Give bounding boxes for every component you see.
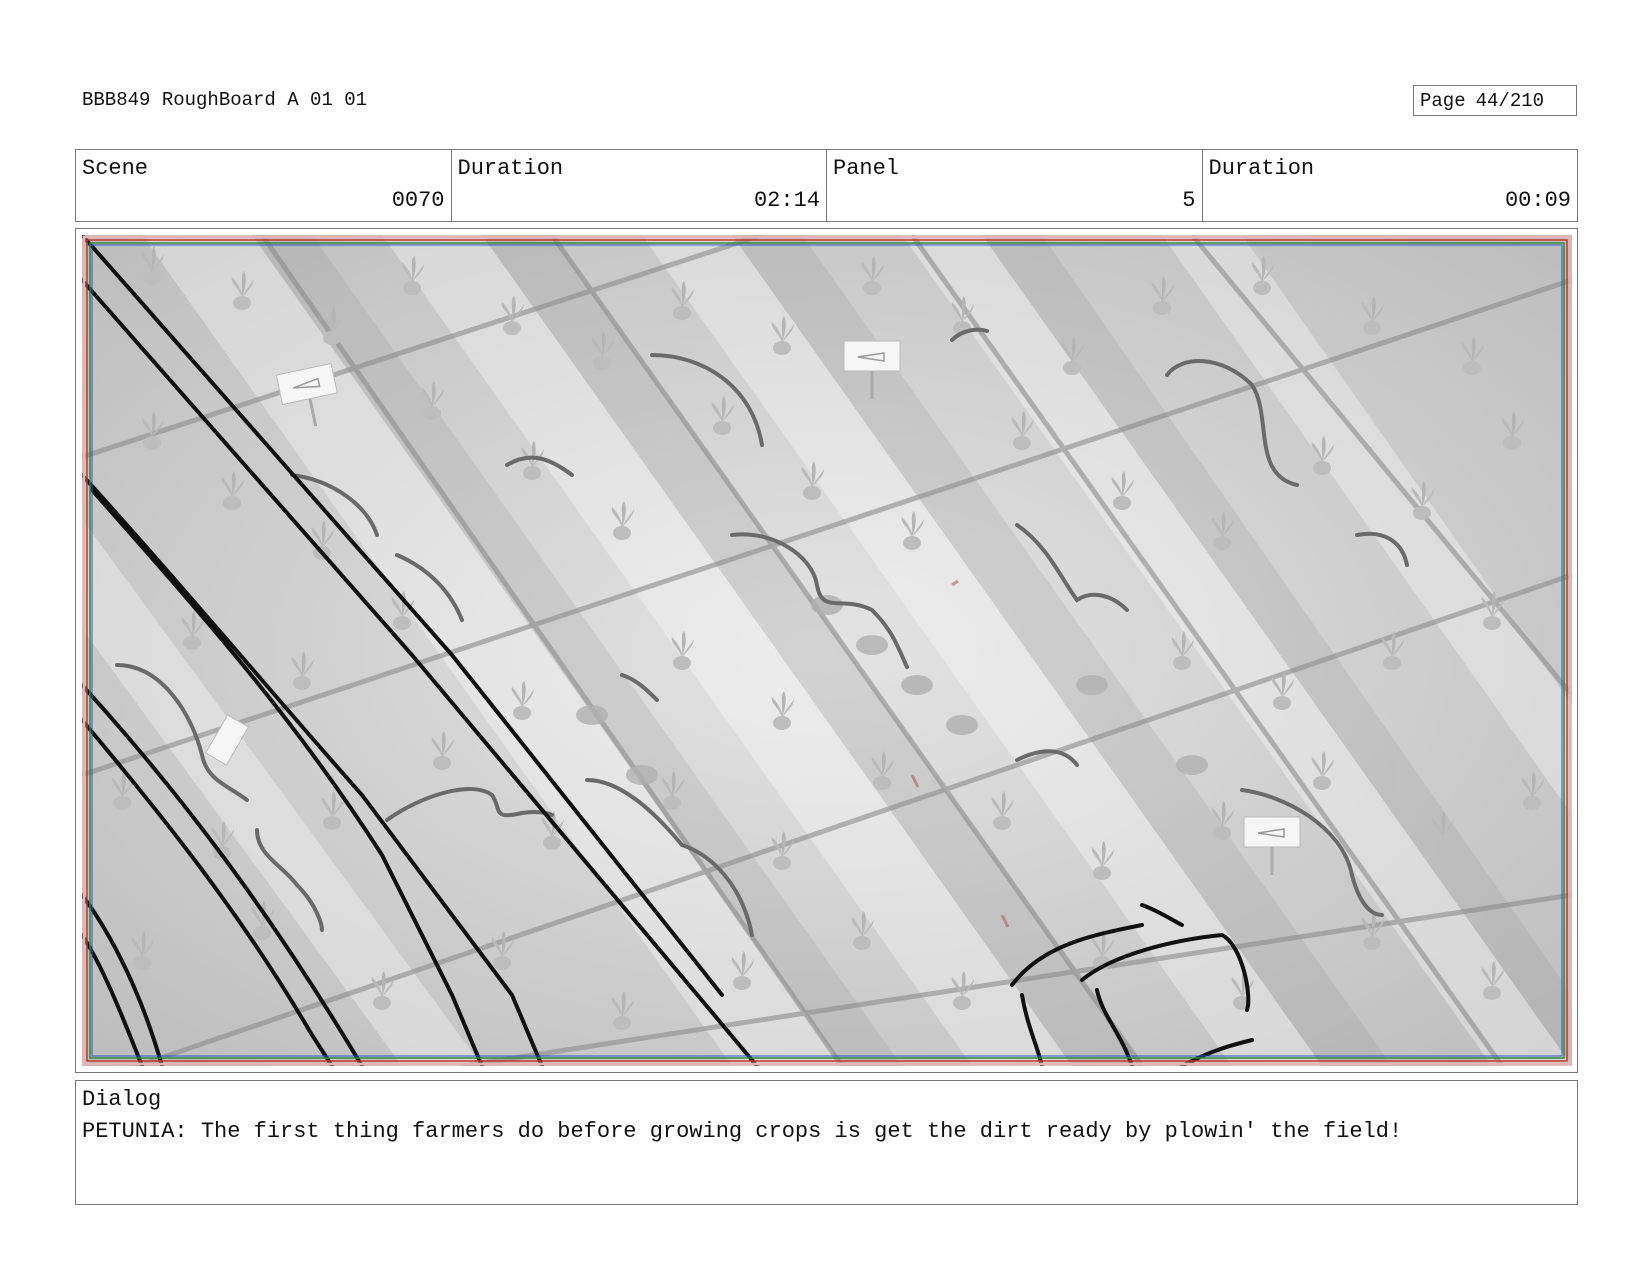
scene-duration-value: 02:14 (753, 188, 820, 213)
panel-duration-cell: Duration 00:09 (1203, 150, 1578, 221)
panel-duration-label: Duration (1208, 156, 1315, 181)
panel-cell: Panel 5 (827, 150, 1203, 221)
storyboard-sketch-image (82, 235, 1572, 1066)
scene-duration-cell: Duration 02:14 (452, 150, 827, 221)
dialog-text: PETUNIA: The first thing farmers do befo… (82, 1119, 1403, 1144)
storyboard-panel (75, 228, 1578, 1073)
dialog-label: Dialog (82, 1087, 162, 1112)
shot-info-table: Scene 0070 Duration 02:14 Panel 5 Durati… (75, 149, 1578, 222)
board-title: BBB849 RoughBoard A 01 01 (82, 89, 368, 111)
scene-cell: Scene 0070 (76, 150, 452, 221)
scene-duration-label: Duration (457, 156, 564, 181)
page-number: 44/210 (1475, 89, 1545, 112)
panel-label: Panel (833, 156, 900, 181)
panel-value: 5 (1182, 188, 1196, 213)
page-indicator: Page 44/210 (1413, 85, 1577, 116)
scene-label: Scene (82, 156, 149, 181)
panel-duration-value: 00:09 (1504, 188, 1571, 213)
dialog-box: Dialog PETUNIA: The first thing farmers … (75, 1080, 1578, 1205)
scene-value: 0070 (391, 188, 445, 213)
page-label: Page (1420, 89, 1466, 112)
